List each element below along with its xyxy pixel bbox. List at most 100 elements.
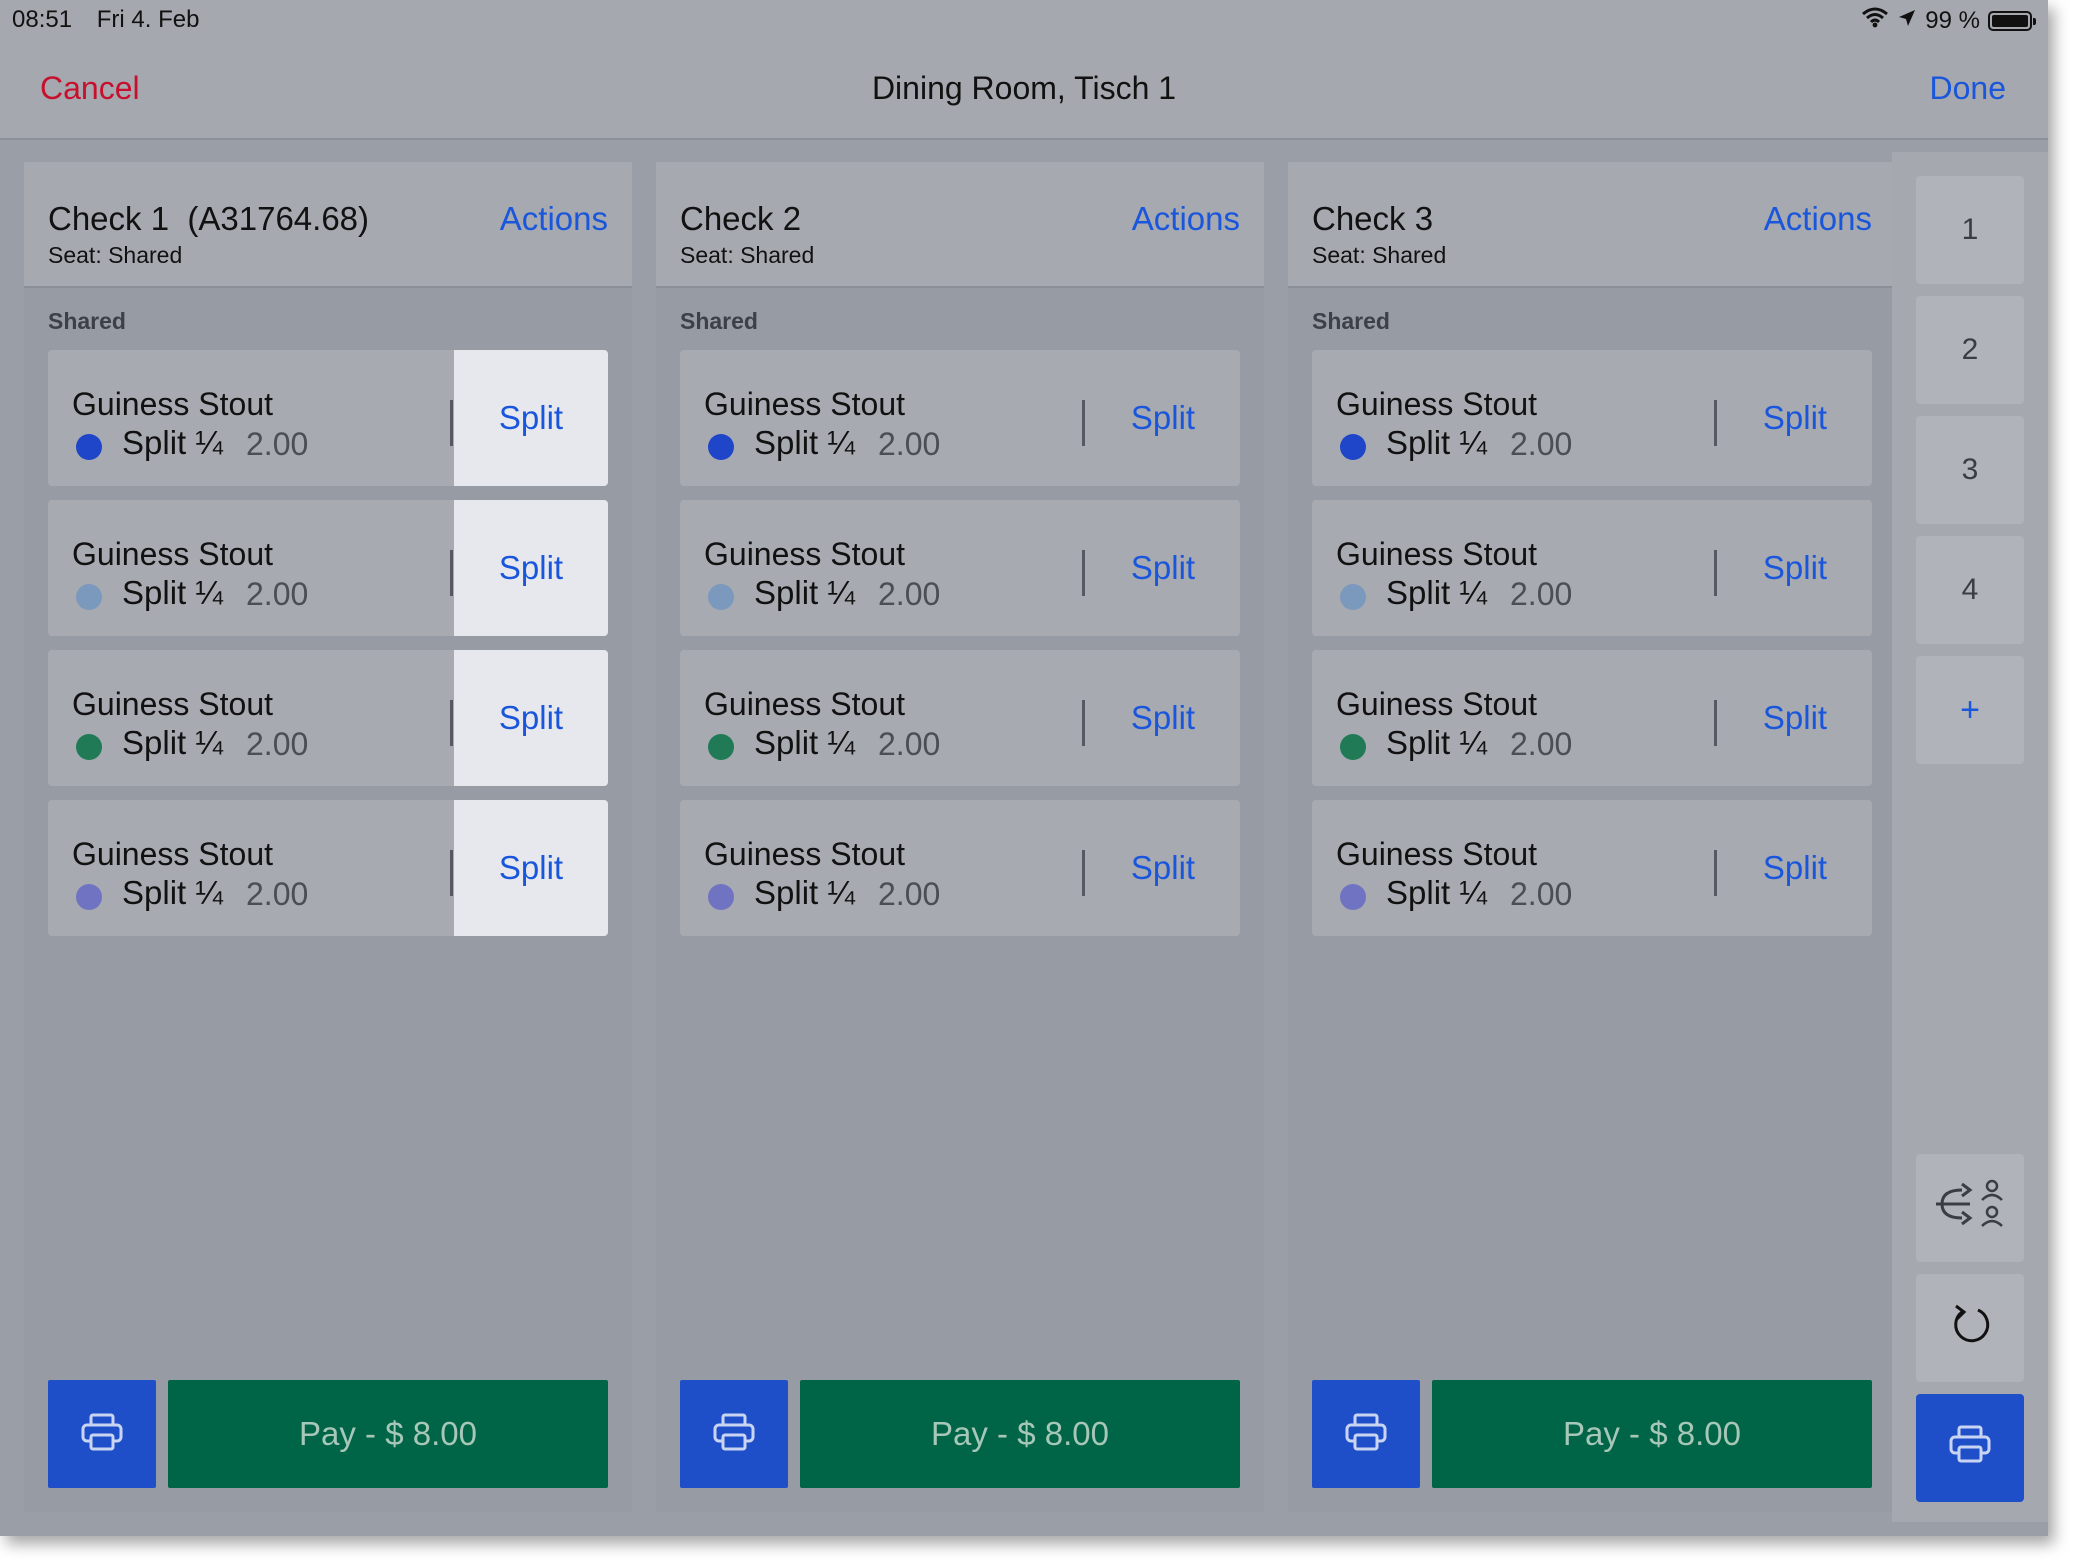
item-split-fraction: Split ¼ (754, 424, 855, 461)
battery-percent: 99 % (1925, 6, 1980, 34)
split-button[interactable]: Split (1718, 500, 1872, 636)
check-item[interactable]: Guiness Stout Split ¼ 2.00 Split (680, 650, 1240, 786)
check-item[interactable]: Guiness Stout Split ¼ 2.00 Split (1312, 500, 1872, 636)
item-name: Guiness Stout (72, 686, 273, 722)
check-item[interactable]: Guiness Stout Split ¼ 2.00 Split (48, 500, 608, 636)
split-button[interactable]: Split (454, 800, 608, 936)
actions-button[interactable]: Actions (1132, 200, 1240, 238)
check-item[interactable]: Guiness Stout Split ¼ 2.00 Split (680, 500, 1240, 636)
seat-button-4[interactable]: 4 (1916, 536, 2024, 644)
page-title: Dining Room, Tisch 1 (871, 70, 1177, 106)
check-header: Check 1 (A31764.68) Seat: Shared Actions (24, 162, 632, 288)
item-split-fraction: Split ¼ (1386, 724, 1487, 761)
pay-button[interactable]: Pay - $ 8.00 (800, 1380, 1240, 1488)
item-price: 2.00 (1510, 876, 1573, 912)
check-item[interactable]: Guiness Stout Split ¼ 2.00 Split (680, 350, 1240, 486)
item-name: Guiness Stout (72, 836, 273, 872)
split-button[interactable]: Split (454, 650, 608, 786)
check-title: Check 3 (1312, 200, 1434, 237)
divider (450, 700, 453, 746)
item-name: Guiness Stout (704, 836, 905, 872)
split-button[interactable]: Split (1086, 500, 1240, 636)
check-item[interactable]: Guiness Stout Split ¼ 2.00 Split (48, 800, 608, 936)
check-panel-3: Check 3 Seat: Shared Actions Shared Guin… (1288, 162, 1896, 1512)
split-button[interactable]: Split (454, 500, 608, 636)
seat-button-1[interactable]: 1 (1916, 176, 2024, 284)
item-name: Guiness Stout (704, 536, 905, 572)
check-header: Check 3 Seat: Shared Actions (1288, 162, 1896, 288)
item-price: 2.00 (246, 426, 309, 462)
split-button[interactable]: Split (1086, 800, 1240, 936)
status-date: Fri 4. Feb (96, 6, 200, 33)
divider (1082, 550, 1085, 596)
check-panel-2: Check 2 Seat: Shared Actions Shared Guin… (656, 162, 1264, 1512)
item-name: Guiness Stout (72, 386, 273, 422)
pay-button[interactable]: Pay - $ 8.00 (168, 1380, 608, 1488)
divider (1714, 850, 1717, 896)
seat-color-dot (1340, 884, 1366, 910)
divider (450, 400, 453, 446)
split-button[interactable]: Split (1718, 800, 1872, 936)
divider (1082, 700, 1085, 746)
actions-button[interactable]: Actions (500, 200, 608, 238)
status-bar: 08:51 Fri 4. Feb 99 % (0, 0, 2048, 40)
check-item[interactable]: Guiness Stout Split ¼ 2.00 Split (1312, 350, 1872, 486)
item-name: Guiness Stout (1336, 386, 1537, 422)
check-item[interactable]: Guiness Stout Split ¼ 2.00 Split (1312, 800, 1872, 936)
printer-icon (80, 1412, 124, 1457)
item-name: Guiness Stout (1336, 836, 1537, 872)
item-price: 2.00 (878, 426, 941, 462)
actions-button[interactable]: Actions (1764, 200, 1872, 238)
seat-button-2[interactable]: 2 (1916, 296, 2024, 404)
navigation-bar: Cancel Dining Room, Tisch 1 Done (0, 40, 2048, 140)
done-button[interactable]: Done (1930, 70, 2007, 107)
item-price: 2.00 (246, 726, 309, 762)
printer-icon (712, 1412, 756, 1457)
check-seat: Seat: Shared (1312, 242, 1447, 268)
item-split-fraction: Split ¼ (754, 724, 855, 761)
print-check-button[interactable] (680, 1380, 788, 1488)
seat-sidebar: 1 2 3 4 + (1892, 152, 2048, 1522)
split-button[interactable]: Split (1718, 350, 1872, 486)
check-item[interactable]: Guiness Stout Split ¼ 2.00 Split (1312, 650, 1872, 786)
printer-icon (1948, 1424, 1992, 1472)
seat-button-3[interactable]: 3 (1916, 416, 2024, 524)
print-check-button[interactable] (1312, 1380, 1420, 1488)
add-seat-button[interactable]: + (1916, 656, 2024, 764)
item-split-fraction: Split ¼ (122, 724, 223, 761)
ipad-screen: 08:51 Fri 4. Feb 99 % Cancel Dining Room… (0, 0, 2048, 1536)
print-check-button[interactable] (48, 1380, 156, 1488)
section-label: Shared (1312, 308, 1390, 334)
item-name: Guiness Stout (1336, 536, 1537, 572)
undo-button[interactable] (1916, 1274, 2024, 1382)
print-all-button[interactable] (1916, 1394, 2024, 1502)
section-label: Shared (48, 308, 126, 334)
split-button[interactable]: Split (1086, 650, 1240, 786)
item-price: 2.00 (878, 876, 941, 912)
undo-icon (1948, 1302, 1992, 1354)
item-name: Guiness Stout (1336, 686, 1537, 722)
item-split-fraction: Split ¼ (754, 874, 855, 911)
item-price: 2.00 (246, 876, 309, 912)
split-button[interactable]: Split (1718, 650, 1872, 786)
divider (1714, 400, 1717, 446)
check-title: Check 1 (A31764.68) (48, 200, 370, 237)
check-item[interactable]: Guiness Stout Split ¼ 2.00 Split (48, 350, 608, 486)
pay-button[interactable]: Pay - $ 8.00 (1432, 1380, 1872, 1488)
move-guests-button[interactable] (1916, 1154, 2024, 1262)
item-price: 2.00 (1510, 726, 1573, 762)
seat-color-dot (76, 884, 102, 910)
check-item[interactable]: Guiness Stout Split ¼ 2.00 Split (48, 650, 608, 786)
item-price: 2.00 (246, 576, 309, 612)
divider (450, 550, 453, 596)
item-name: Guiness Stout (704, 386, 905, 422)
item-split-fraction: Split ¼ (1386, 574, 1487, 611)
seat-color-dot (1340, 734, 1366, 760)
split-button[interactable]: Split (1086, 350, 1240, 486)
item-price: 2.00 (1510, 576, 1573, 612)
split-button[interactable]: Split (454, 350, 608, 486)
wifi-icon (1861, 6, 1889, 35)
check-item[interactable]: Guiness Stout Split ¼ 2.00 Split (680, 800, 1240, 936)
seat-color-dot (76, 584, 102, 610)
divider (450, 850, 453, 896)
